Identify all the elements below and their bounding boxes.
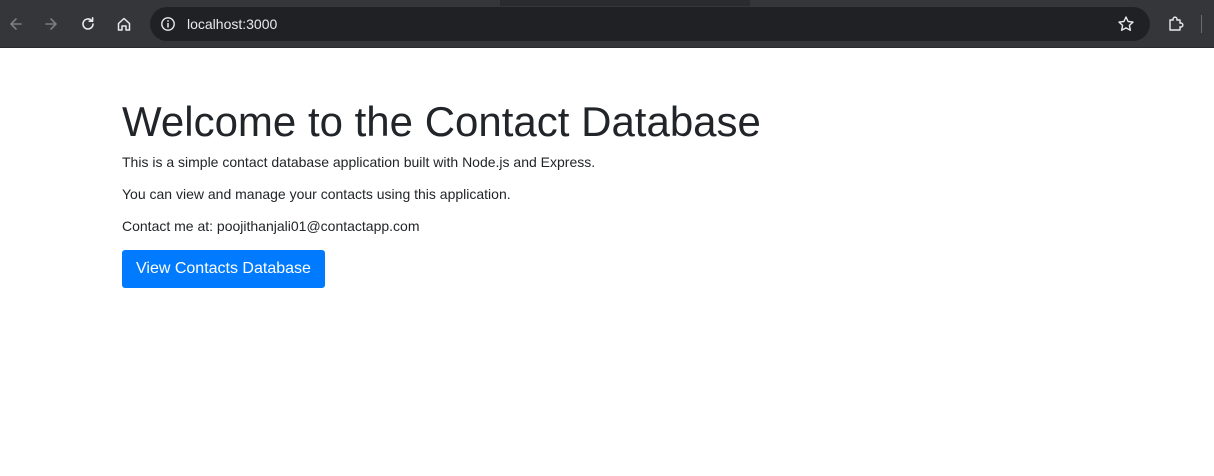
forward-button[interactable]: [35, 8, 67, 40]
home-icon: [117, 17, 131, 31]
description-text: This is a simple contact database applic…: [122, 154, 596, 170]
tab-strip-edge: [500, 0, 750, 6]
home-button[interactable]: [108, 8, 140, 40]
reload-icon: [82, 17, 94, 30]
arrow-left-icon: [10, 18, 22, 30]
page-title: Welcome to the Contact Database: [122, 98, 761, 145]
url-text[interactable]: localhost:3000: [187, 16, 277, 32]
browser-toolbar: localhost:3000: [0, 0, 1214, 48]
bookmark-button[interactable]: [1114, 12, 1138, 36]
page-content: Welcome to the Contact Database This is …: [0, 48, 1214, 476]
toolbar-divider: [1201, 15, 1202, 33]
contact-text: Contact me at: poojithanjali01@contactap…: [122, 218, 420, 234]
arrow-right-icon: [45, 18, 57, 30]
manage-text: You can view and manage your contacts us…: [122, 186, 511, 202]
site-info-button[interactable]: [156, 12, 180, 36]
address-bar[interactable]: localhost:3000: [150, 7, 1150, 41]
star-icon: [1118, 16, 1134, 31]
info-icon: [161, 17, 175, 31]
puzzle-icon: [1169, 16, 1184, 31]
view-contacts-button[interactable]: View Contacts Database: [122, 250, 325, 288]
extensions-button[interactable]: [1164, 12, 1188, 36]
reload-button[interactable]: [72, 8, 104, 40]
back-button[interactable]: [0, 8, 32, 40]
